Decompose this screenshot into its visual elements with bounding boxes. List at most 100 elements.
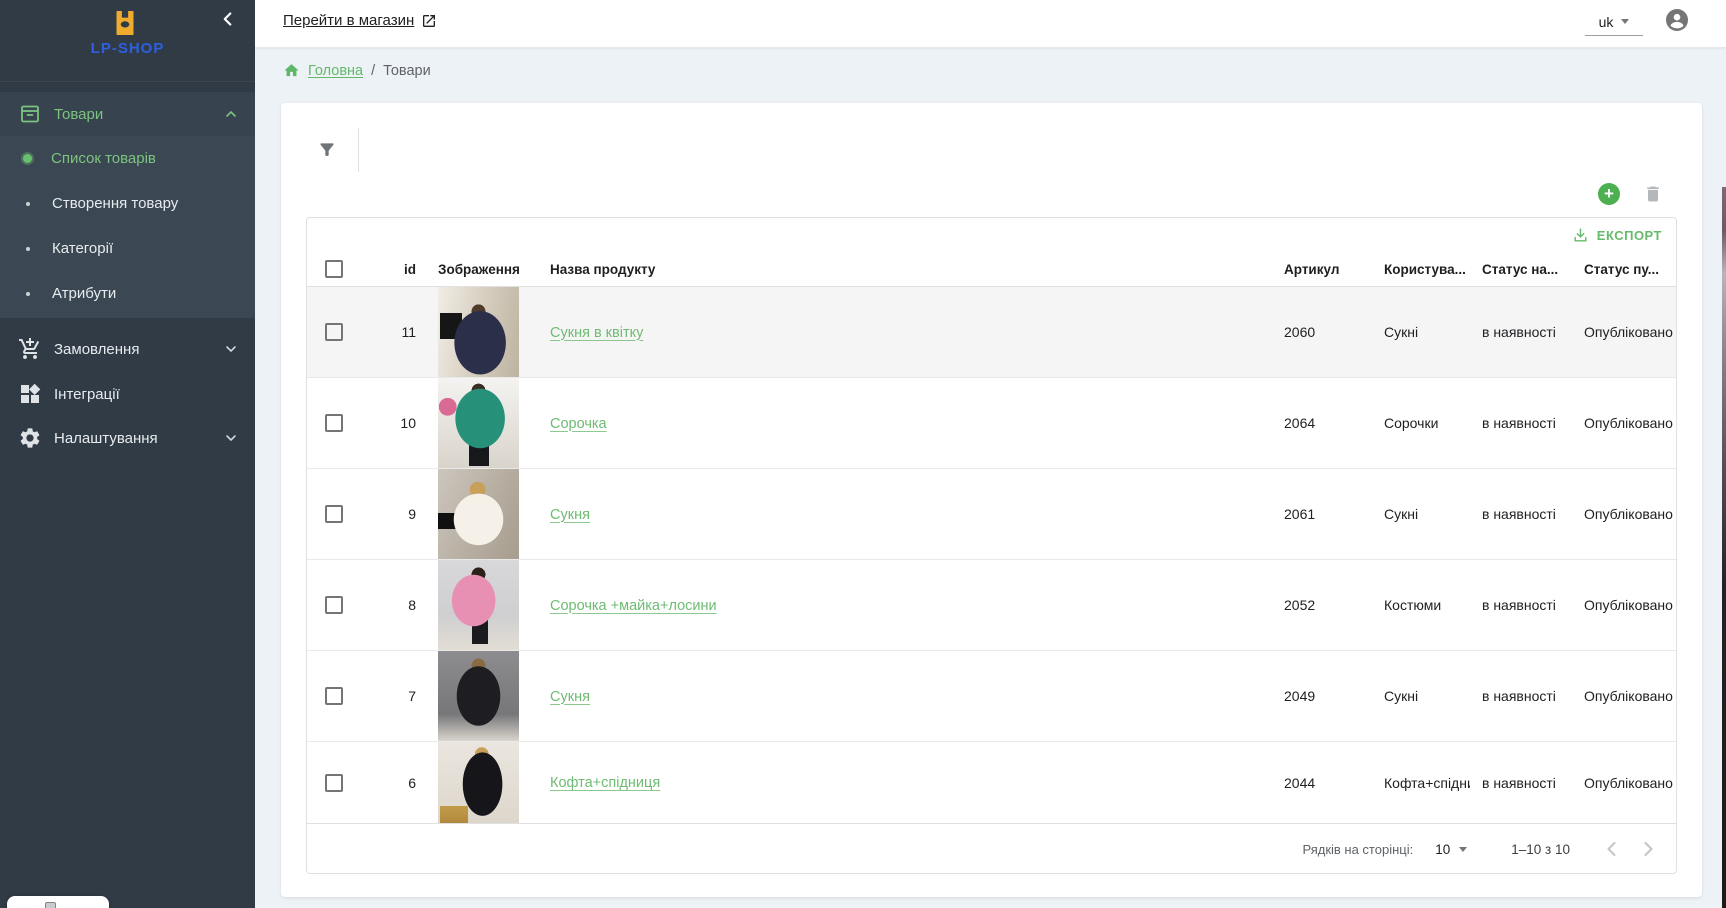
sidebar-collapse-icon[interactable] bbox=[217, 8, 239, 30]
filter-divider bbox=[358, 128, 359, 172]
product-name-link[interactable]: Сорочка bbox=[550, 416, 607, 432]
cell-id: 8 bbox=[355, 597, 427, 613]
gear-icon bbox=[18, 426, 42, 450]
export-label: ЕКСПОРТ bbox=[1597, 228, 1662, 243]
cell-sku: 2052 bbox=[1272, 597, 1372, 613]
bullet-icon bbox=[26, 292, 30, 296]
table-row: 7 Сукня 2049 Сукні в наявності Опубліков… bbox=[307, 651, 1676, 742]
breadcrumb-separator: / bbox=[371, 63, 375, 79]
caret-down-icon bbox=[1459, 847, 1467, 852]
table-row: 8 Сорочка +майка+лосини 2052 Костюми в н… bbox=[307, 560, 1676, 651]
row-checkbox[interactable] bbox=[325, 596, 343, 614]
cell-user: Костюми bbox=[1372, 597, 1470, 613]
sidebar-item-label: Список товарів bbox=[51, 150, 156, 167]
header-image: Зображення bbox=[438, 262, 520, 277]
cell-sku: 2061 bbox=[1272, 506, 1372, 522]
sidebar-item-orders[interactable]: Замовлення bbox=[0, 327, 255, 371]
cell-publish-status: Опубліковано bbox=[1572, 597, 1676, 613]
product-name-link[interactable]: Сукня bbox=[550, 689, 590, 705]
header-publish-status: Статус пу... bbox=[1572, 262, 1676, 277]
logo-text: LP-SHOP bbox=[0, 40, 255, 57]
cell-stock-status: в наявності bbox=[1470, 506, 1572, 522]
delete-selected-icon[interactable] bbox=[1643, 184, 1663, 204]
product-image[interactable] bbox=[438, 560, 519, 650]
language-select[interactable]: uk bbox=[1585, 8, 1643, 36]
sidebar-item-integrations[interactable]: Інтеграції bbox=[0, 372, 255, 416]
cell-user: Сукні bbox=[1372, 506, 1470, 522]
select-all-checkbox[interactable] bbox=[325, 260, 343, 278]
cell-sku: 2064 bbox=[1272, 415, 1372, 431]
external-link-icon bbox=[421, 13, 437, 29]
bullet-icon bbox=[26, 202, 30, 206]
export-row: ЕКСПОРТ bbox=[307, 218, 1676, 252]
sidebar-item-settings[interactable]: Налаштування bbox=[0, 416, 255, 460]
table-row: 10 Сорочка 2064 Сорочки в наявності Опуб… bbox=[307, 378, 1676, 469]
cell-stock-status: в наявності bbox=[1470, 324, 1572, 340]
row-checkbox[interactable] bbox=[325, 323, 343, 341]
pagination-bar: Рядків на сторінці: 10 1–10 з 10 bbox=[307, 823, 1676, 874]
header-stock-status: Статус на... bbox=[1470, 262, 1572, 277]
row-checkbox[interactable] bbox=[325, 414, 343, 432]
cell-stock-status: в наявності bbox=[1470, 688, 1572, 704]
sidebar-item-label: Товари bbox=[54, 106, 103, 123]
filter-icon[interactable] bbox=[317, 140, 337, 160]
rows-per-page-label: Рядків на сторінці: bbox=[1302, 842, 1413, 857]
row-checkbox[interactable] bbox=[325, 505, 343, 523]
product-image[interactable] bbox=[438, 651, 519, 741]
table-header-row: id Зображення Назва продукту Артикул Кор… bbox=[307, 252, 1676, 287]
table-row: 6 Кофта+спідниця 2044 Кофта+спідниц в на… bbox=[307, 742, 1676, 823]
breadcrumb-home-link[interactable]: Головна bbox=[308, 63, 363, 79]
cell-sku: 2049 bbox=[1272, 688, 1372, 704]
breadcrumb: Головна / Товари bbox=[283, 62, 431, 79]
product-name-link[interactable]: Сукня в квітку bbox=[550, 325, 643, 341]
sidebar-item-label: Створення товару bbox=[52, 195, 178, 212]
main-content: Головна / Товари + ЕКСПОРТ id Зображення… bbox=[255, 48, 1726, 908]
rows-per-page-select[interactable]: 10 bbox=[1435, 842, 1467, 857]
product-image[interactable] bbox=[438, 287, 519, 377]
product-image[interactable] bbox=[438, 378, 519, 468]
cell-user: Сукні bbox=[1372, 324, 1470, 340]
cell-id: 9 bbox=[355, 506, 427, 522]
bottom-left-toast[interactable] bbox=[7, 896, 109, 908]
cell-user: Сукні bbox=[1372, 688, 1470, 704]
products-box-icon bbox=[18, 102, 42, 126]
sidebar-item-products[interactable]: Товари bbox=[0, 92, 255, 136]
cell-sku: 2060 bbox=[1272, 324, 1372, 340]
product-name-link[interactable]: Сукня bbox=[550, 507, 590, 523]
home-icon bbox=[283, 62, 300, 79]
row-checkbox[interactable] bbox=[325, 687, 343, 705]
sidebar-item-label: Категорії bbox=[52, 240, 113, 257]
sidebar-item-create-product[interactable]: Створення товару bbox=[0, 181, 255, 226]
cell-user: Кофта+спідниц bbox=[1372, 775, 1470, 791]
row-checkbox[interactable] bbox=[325, 774, 343, 792]
cell-sku: 2044 bbox=[1272, 775, 1372, 791]
sidebar-item-product-list[interactable]: Список товарів bbox=[0, 136, 255, 181]
toast-icon bbox=[45, 902, 56, 908]
next-page-icon[interactable] bbox=[1636, 837, 1660, 861]
go-to-shop-label: Перейти в магазин bbox=[283, 12, 414, 29]
sidebar-item-label: Налаштування bbox=[54, 430, 158, 447]
product-name-link[interactable]: Кофта+спідниця bbox=[550, 775, 660, 791]
account-avatar-icon[interactable] bbox=[1665, 8, 1689, 32]
cell-stock-status: в наявності bbox=[1470, 415, 1572, 431]
export-button[interactable]: ЕКСПОРТ bbox=[1572, 227, 1662, 244]
sidebar-item-label: Інтеграції bbox=[54, 386, 120, 403]
previous-page-icon[interactable] bbox=[1600, 837, 1624, 861]
products-panel: + ЕКСПОРТ id Зображення Назва продукту А… bbox=[281, 103, 1702, 897]
cell-id: 7 bbox=[355, 688, 427, 704]
add-product-button[interactable]: + bbox=[1598, 183, 1620, 205]
chevron-down-icon bbox=[223, 430, 239, 446]
sidebar-item-categories[interactable]: Категорії bbox=[0, 226, 255, 271]
sidebar-item-label: Замовлення bbox=[54, 341, 139, 358]
product-image[interactable] bbox=[438, 469, 519, 559]
caret-down-icon bbox=[1621, 19, 1629, 24]
table-row: 11 Сукня в квітку 2060 Сукні в наявності… bbox=[307, 287, 1676, 378]
cell-id: 11 bbox=[355, 324, 427, 340]
sidebar-item-attributes[interactable]: Атрибути bbox=[0, 271, 255, 316]
product-image[interactable] bbox=[438, 742, 519, 823]
product-name-link[interactable]: Сорочка +майка+лосини bbox=[550, 598, 717, 614]
window-edge-sliver bbox=[1722, 187, 1726, 908]
cell-publish-status: Опубліковано bbox=[1572, 415, 1676, 431]
go-to-shop-link[interactable]: Перейти в магазин bbox=[283, 12, 437, 29]
cell-user: Сорочки bbox=[1372, 415, 1470, 431]
